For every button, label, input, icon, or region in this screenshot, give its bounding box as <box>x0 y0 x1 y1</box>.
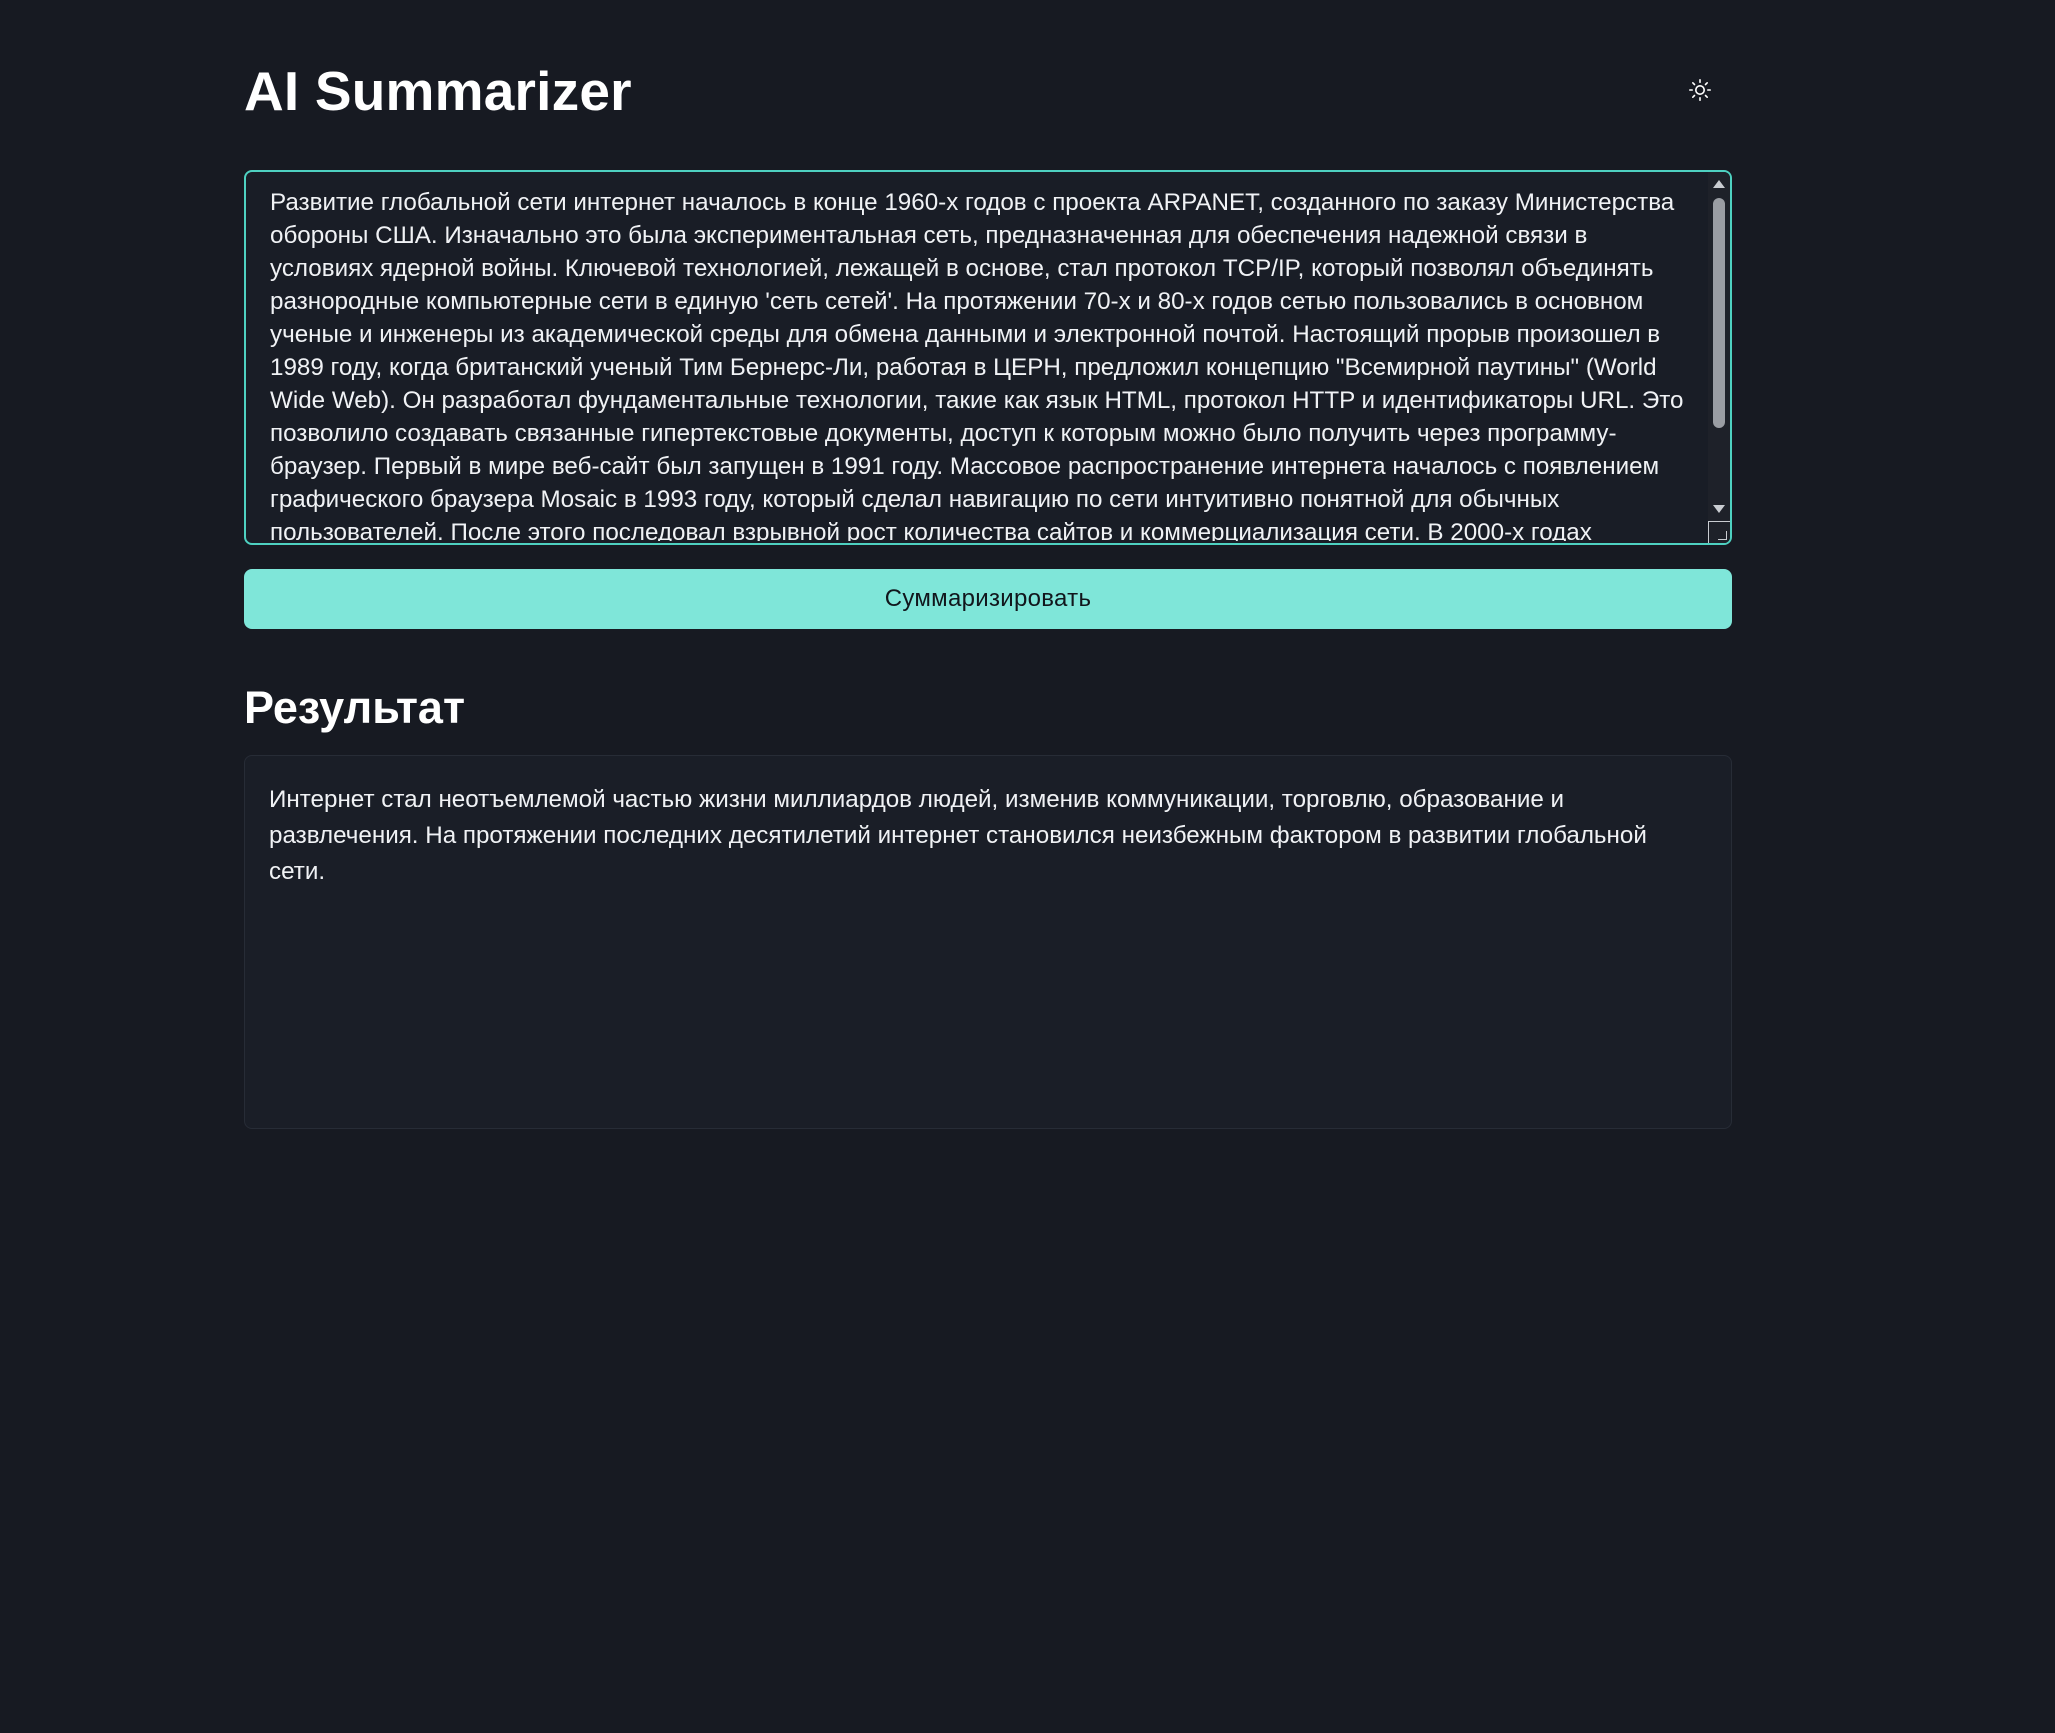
result-title: Результат <box>244 682 466 733</box>
app-header: AI Summarizer <box>244 0 1732 170</box>
app-title: AI Summarizer <box>244 60 632 122</box>
result-panel: Интернет стал неотъемлемой частью жизни … <box>244 755 1732 1129</box>
scroll-up-arrow-icon[interactable] <box>1713 180 1725 188</box>
sun-icon <box>1688 78 1712 102</box>
input-text[interactable]: Развитие глобальной сети интернет начало… <box>270 186 1690 541</box>
resize-handle-icon[interactable] <box>1708 521 1730 543</box>
vertical-scrollbar[interactable] <box>1708 172 1730 543</box>
app-page: AI Summarizer Развитие глобальной сети и… <box>244 0 1732 1129</box>
theme-toggle-button[interactable] <box>1678 68 1722 112</box>
result-text: Интернет стал неотъемлемой частью жизни … <box>269 786 1647 885</box>
text-input-area[interactable]: Развитие глобальной сети интернет начало… <box>244 170 1732 545</box>
scroll-thumb[interactable] <box>1713 198 1725 428</box>
summarize-button[interactable]: Суммаризировать <box>244 569 1732 629</box>
scroll-down-arrow-icon[interactable] <box>1713 505 1725 513</box>
